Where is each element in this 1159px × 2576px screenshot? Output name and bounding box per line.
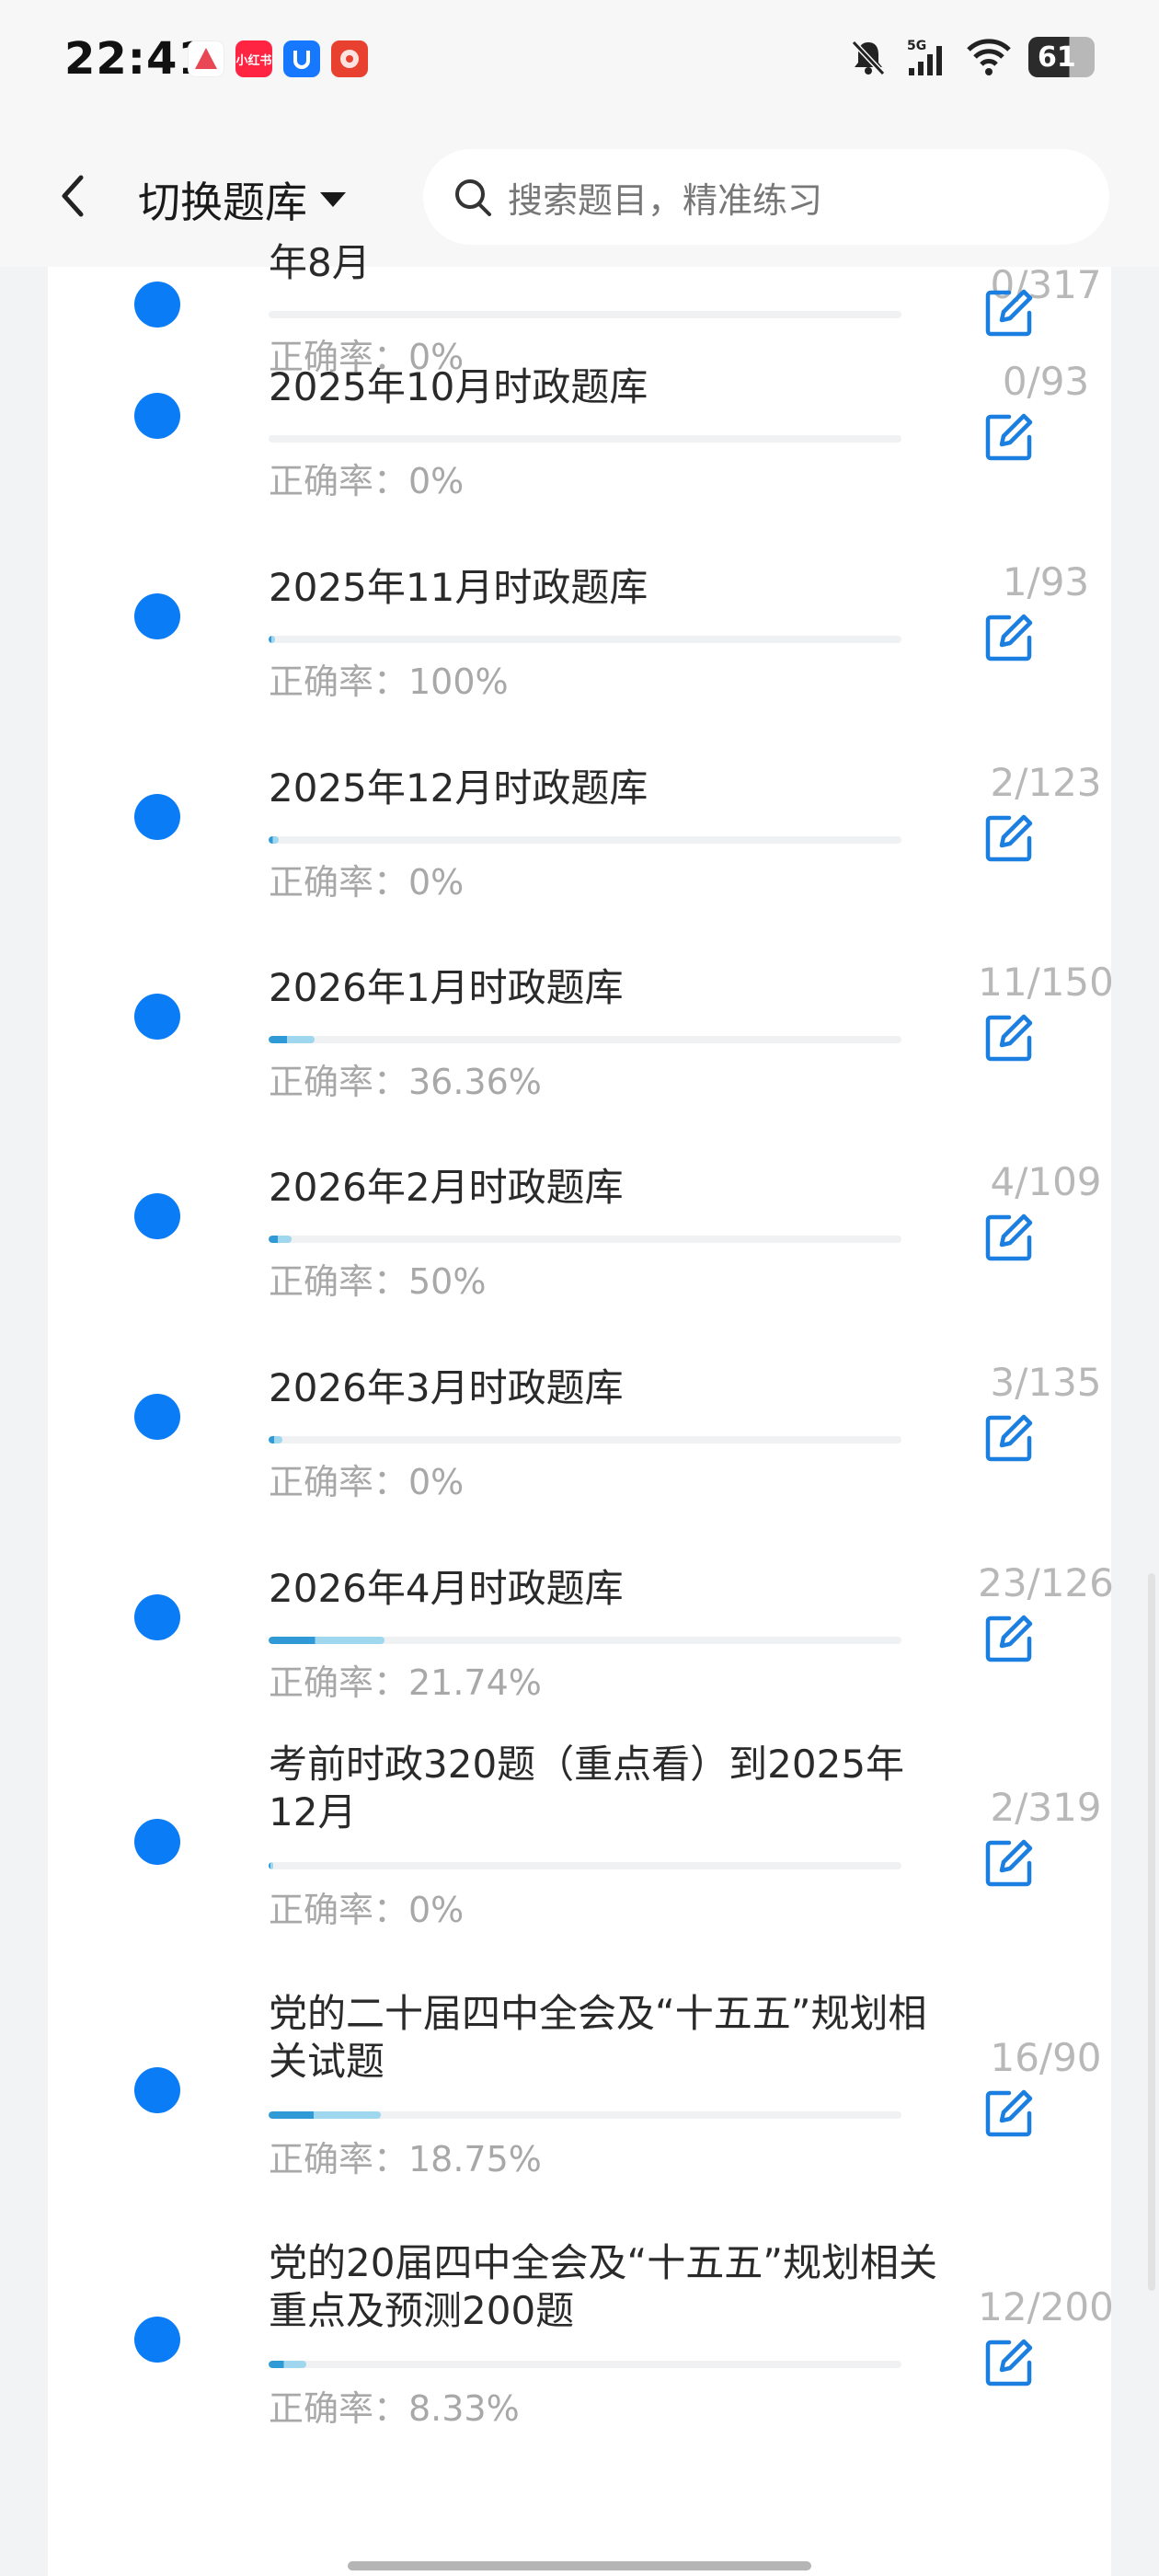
xiaohongshu-app-label: 小红书 — [235, 53, 272, 68]
accuracy-text: 正确率：0% — [269, 461, 465, 501]
edit-practice-icon[interactable] — [981, 409, 1037, 465]
progress-count: 16/90 — [990, 2035, 1102, 2080]
battery-indicator: 61 — [1028, 37, 1095, 77]
edit-practice-icon[interactable] — [981, 1410, 1037, 1466]
progress-count: 4/109 — [990, 1159, 1102, 1204]
item-title[interactable]: 党的20届四中全会及“十五五”规划相关重点及预测200题 — [269, 2239, 949, 2335]
progress-count: 23/126 — [978, 1560, 1114, 1605]
status-dot — [134, 593, 180, 639]
home-indicator[interactable] — [348, 2561, 811, 2570]
edit-practice-icon[interactable] — [981, 2086, 1037, 2141]
svg-text:5G: 5G — [907, 39, 926, 53]
wifi-icon — [967, 39, 1011, 75]
progress-fill — [269, 1637, 384, 1644]
progress-count: 2/123 — [990, 760, 1102, 805]
progress-bar — [269, 2361, 901, 2368]
accuracy-text: 正确率：36.36% — [269, 1062, 542, 1102]
accuracy-text: 正确率：18.75% — [269, 2139, 542, 2179]
app-icon-4 — [331, 40, 368, 77]
edit-practice-icon[interactable] — [981, 610, 1037, 665]
back-arrow-icon[interactable] — [48, 170, 99, 222]
item-title[interactable]: 考前时政320题（重点看）到2025年12月 — [269, 1741, 949, 1836]
edit-practice-icon[interactable] — [981, 811, 1037, 866]
progress-count: 0/317 — [990, 262, 1102, 307]
status-bar: 22:41 小红书 5G 61 — [0, 0, 1159, 129]
progress-count: 2/319 — [990, 1785, 1102, 1830]
progress-bar — [269, 1862, 901, 1869]
progress-count: 1/93 — [1002, 559, 1090, 604]
progress-fill — [269, 636, 275, 643]
app-icon-3 — [283, 40, 320, 77]
status-app-icons: 小红书 — [188, 40, 368, 77]
status-dot — [134, 794, 180, 840]
search-icon — [455, 179, 491, 216]
item-title[interactable]: 2025年10月时政题库 — [269, 363, 949, 411]
item-title[interactable]: 年8月 — [269, 239, 949, 287]
progress-bar — [269, 1036, 901, 1043]
progress-bar — [269, 311, 901, 318]
progress-bar — [269, 2111, 901, 2119]
progress-count: 12/200 — [978, 2284, 1114, 2329]
item-title[interactable]: 2025年12月时政题库 — [269, 765, 949, 812]
progress-count: 11/150 — [978, 960, 1114, 1005]
item-title[interactable]: 2025年11月时政题库 — [269, 564, 949, 612]
edit-practice-icon[interactable] — [981, 285, 1037, 340]
edit-practice-icon[interactable] — [981, 1835, 1037, 1891]
progress-bar — [269, 636, 901, 643]
accuracy-text: 正确率：0% — [269, 862, 465, 903]
status-dot — [134, 282, 180, 328]
search-input[interactable]: 搜索题目，精准练习 — [423, 149, 1109, 245]
xiaohongshu-app-icon: 小红书 — [235, 40, 272, 77]
progress-fill — [269, 1236, 292, 1243]
progress-fill — [269, 2111, 381, 2119]
item-title[interactable]: 2026年1月时政题库 — [269, 964, 949, 1012]
progress-fill — [269, 1436, 282, 1443]
item-title[interactable]: 2026年3月时政题库 — [269, 1364, 949, 1412]
switch-bank-label: 切换题库 — [138, 178, 307, 227]
scrollbar[interactable] — [1148, 1573, 1155, 2291]
progress-bar — [269, 1436, 901, 1443]
question-bank-list: 年8月正确率：0% 0/317 2025年10月时政题库正确率：0% 0/93 2025… — [48, 240, 1114, 2576]
progress-count: 0/93 — [1002, 359, 1090, 404]
status-dot — [134, 1394, 180, 1440]
accuracy-text: 正确率：8.33% — [269, 2388, 520, 2429]
accuracy-text: 正确率：100% — [269, 661, 509, 702]
progress-bar — [269, 435, 901, 443]
accuracy-text: 正确率：21.74% — [269, 1662, 542, 1703]
progress-fill — [269, 1036, 315, 1043]
progress-bar — [269, 836, 901, 844]
search-placeholder: 搜索题目，精准练习 — [508, 179, 823, 221]
status-dot — [134, 393, 180, 439]
status-dot — [134, 2067, 180, 2113]
item-title[interactable]: 2026年2月时政题库 — [269, 1164, 949, 1212]
status-dot — [134, 1594, 180, 1640]
progress-bar — [269, 1637, 901, 1644]
edit-practice-icon[interactable] — [981, 1611, 1037, 1666]
edit-practice-icon[interactable] — [981, 1210, 1037, 1265]
status-dot — [134, 994, 180, 1040]
progress-count: 3/135 — [990, 1360, 1102, 1405]
progress-fill — [269, 836, 279, 844]
switch-question-bank-dropdown[interactable]: 切换题库 — [138, 169, 348, 230]
item-title[interactable]: 2026年4月时政题库 — [269, 1565, 949, 1613]
progress-fill — [269, 2361, 306, 2368]
caret-down-icon — [320, 192, 346, 207]
edit-practice-icon[interactable] — [981, 2335, 1037, 2390]
app-icon-1 — [188, 40, 224, 77]
progress-bar — [269, 1236, 901, 1243]
edit-practice-icon[interactable] — [981, 1010, 1037, 1065]
item-title[interactable]: 党的二十届四中全会及“十五五”规划相关试题 — [269, 1990, 949, 2086]
status-indicators: 5G 61 — [848, 37, 1095, 77]
accuracy-text: 正确率：0% — [269, 1890, 465, 1930]
status-dot — [134, 1819, 180, 1865]
status-dot — [134, 2317, 180, 2363]
accuracy-text: 正确率：0% — [269, 1462, 465, 1502]
accuracy-text: 正确率：50% — [269, 1261, 487, 1302]
cellular-signal-icon: 5G — [907, 39, 942, 75]
progress-fill — [269, 1862, 273, 1869]
status-dot — [134, 1193, 180, 1239]
mute-bell-icon — [851, 40, 886, 76]
